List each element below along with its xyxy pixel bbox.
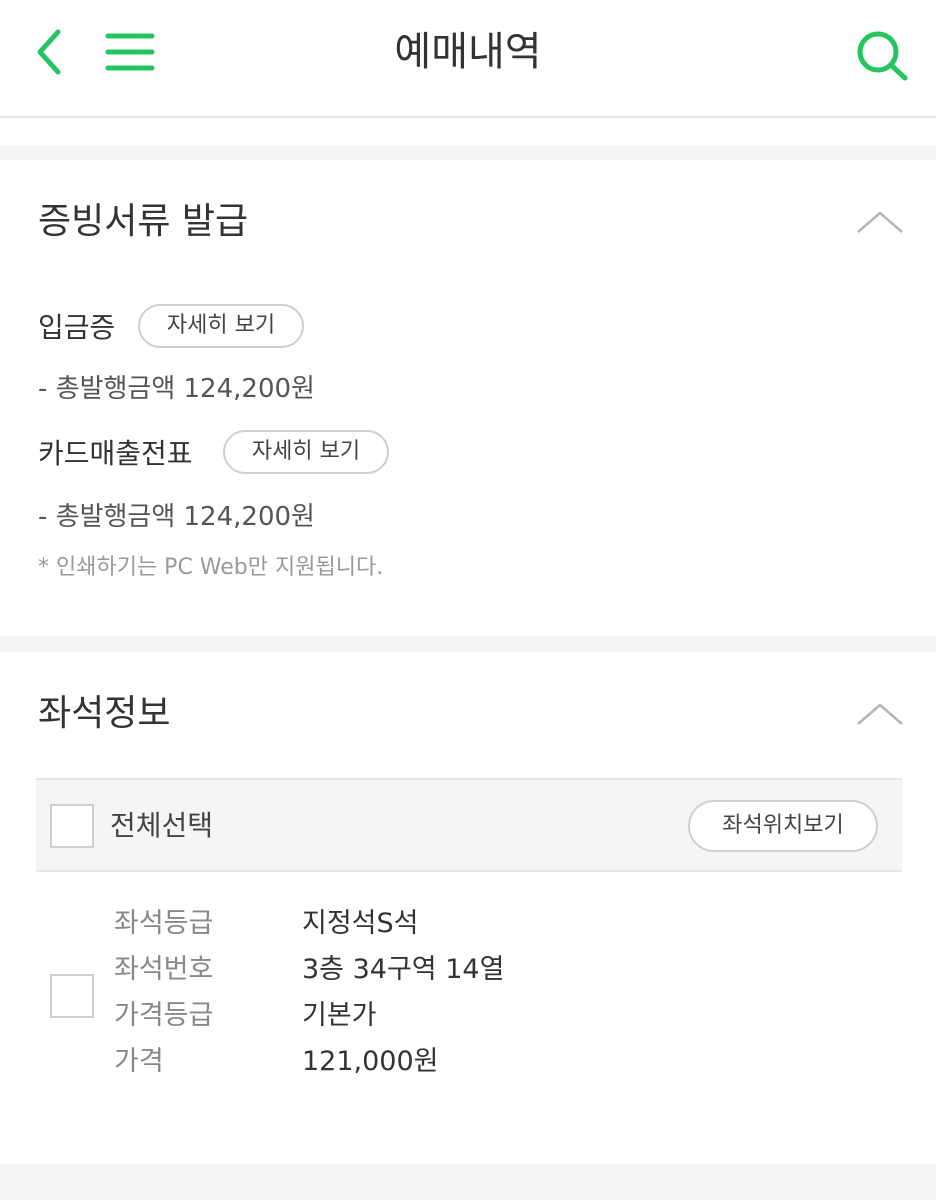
documents-title: 증빙서류 발급 [38, 201, 249, 242]
seat-grade-label: 좌석등급 [114, 908, 214, 939]
card-receipt-amount: - 총발행금액 124,200원 [38, 502, 315, 532]
documents-section: 증빙서류 발급 입금증 자세히 보기 - 총발행금액 124,200원 카드매출… [0, 160, 936, 636]
seat-info-section: 좌석정보 전체선택 좌석위치보기 좌석등급 지정석S석 좌석번호 3층 34구역… [0, 652, 936, 1164]
card-receipt-detail-button[interactable]: 자세히 보기 [223, 430, 389, 474]
deposit-detail-button[interactable]: 자세히 보기 [138, 304, 304, 348]
select-all-checkbox[interactable] [50, 804, 94, 848]
seat-number-label: 좌석번호 [114, 954, 214, 985]
seat-number-value: 3층 34구역 14열 [302, 954, 505, 985]
app-header: 예매내역 [0, 0, 936, 118]
price-value: 121,000원 [302, 1046, 439, 1077]
price-grade-value: 기본가 [302, 1000, 377, 1031]
header-spacer [0, 118, 936, 146]
select-all-label: 전체선택 [110, 809, 214, 842]
select-all-bar: 전체선택 좌석위치보기 [36, 778, 902, 872]
page-title: 예매내역 [394, 29, 542, 75]
deposit-label: 입금증 [38, 311, 116, 344]
card-receipt-label: 카드매출전표 [38, 437, 193, 470]
search-icon[interactable] [854, 28, 910, 84]
price-label: 가격 [114, 1046, 164, 1077]
seat-location-button[interactable]: 좌석위치보기 [688, 800, 878, 852]
seat-checkbox[interactable] [50, 974, 94, 1018]
print-note: * 인쇄하기는 PC Web만 지원됩니다. [38, 555, 384, 580]
deposit-amount: - 총발행금액 124,200원 [38, 374, 315, 404]
chevron-up-icon[interactable] [856, 702, 904, 728]
seat-grade-value: 지정석S석 [302, 908, 419, 939]
price-grade-label: 가격등급 [114, 1000, 214, 1031]
seat-info-title: 좌석정보 [38, 693, 171, 734]
chevron-up-icon[interactable] [856, 210, 904, 236]
